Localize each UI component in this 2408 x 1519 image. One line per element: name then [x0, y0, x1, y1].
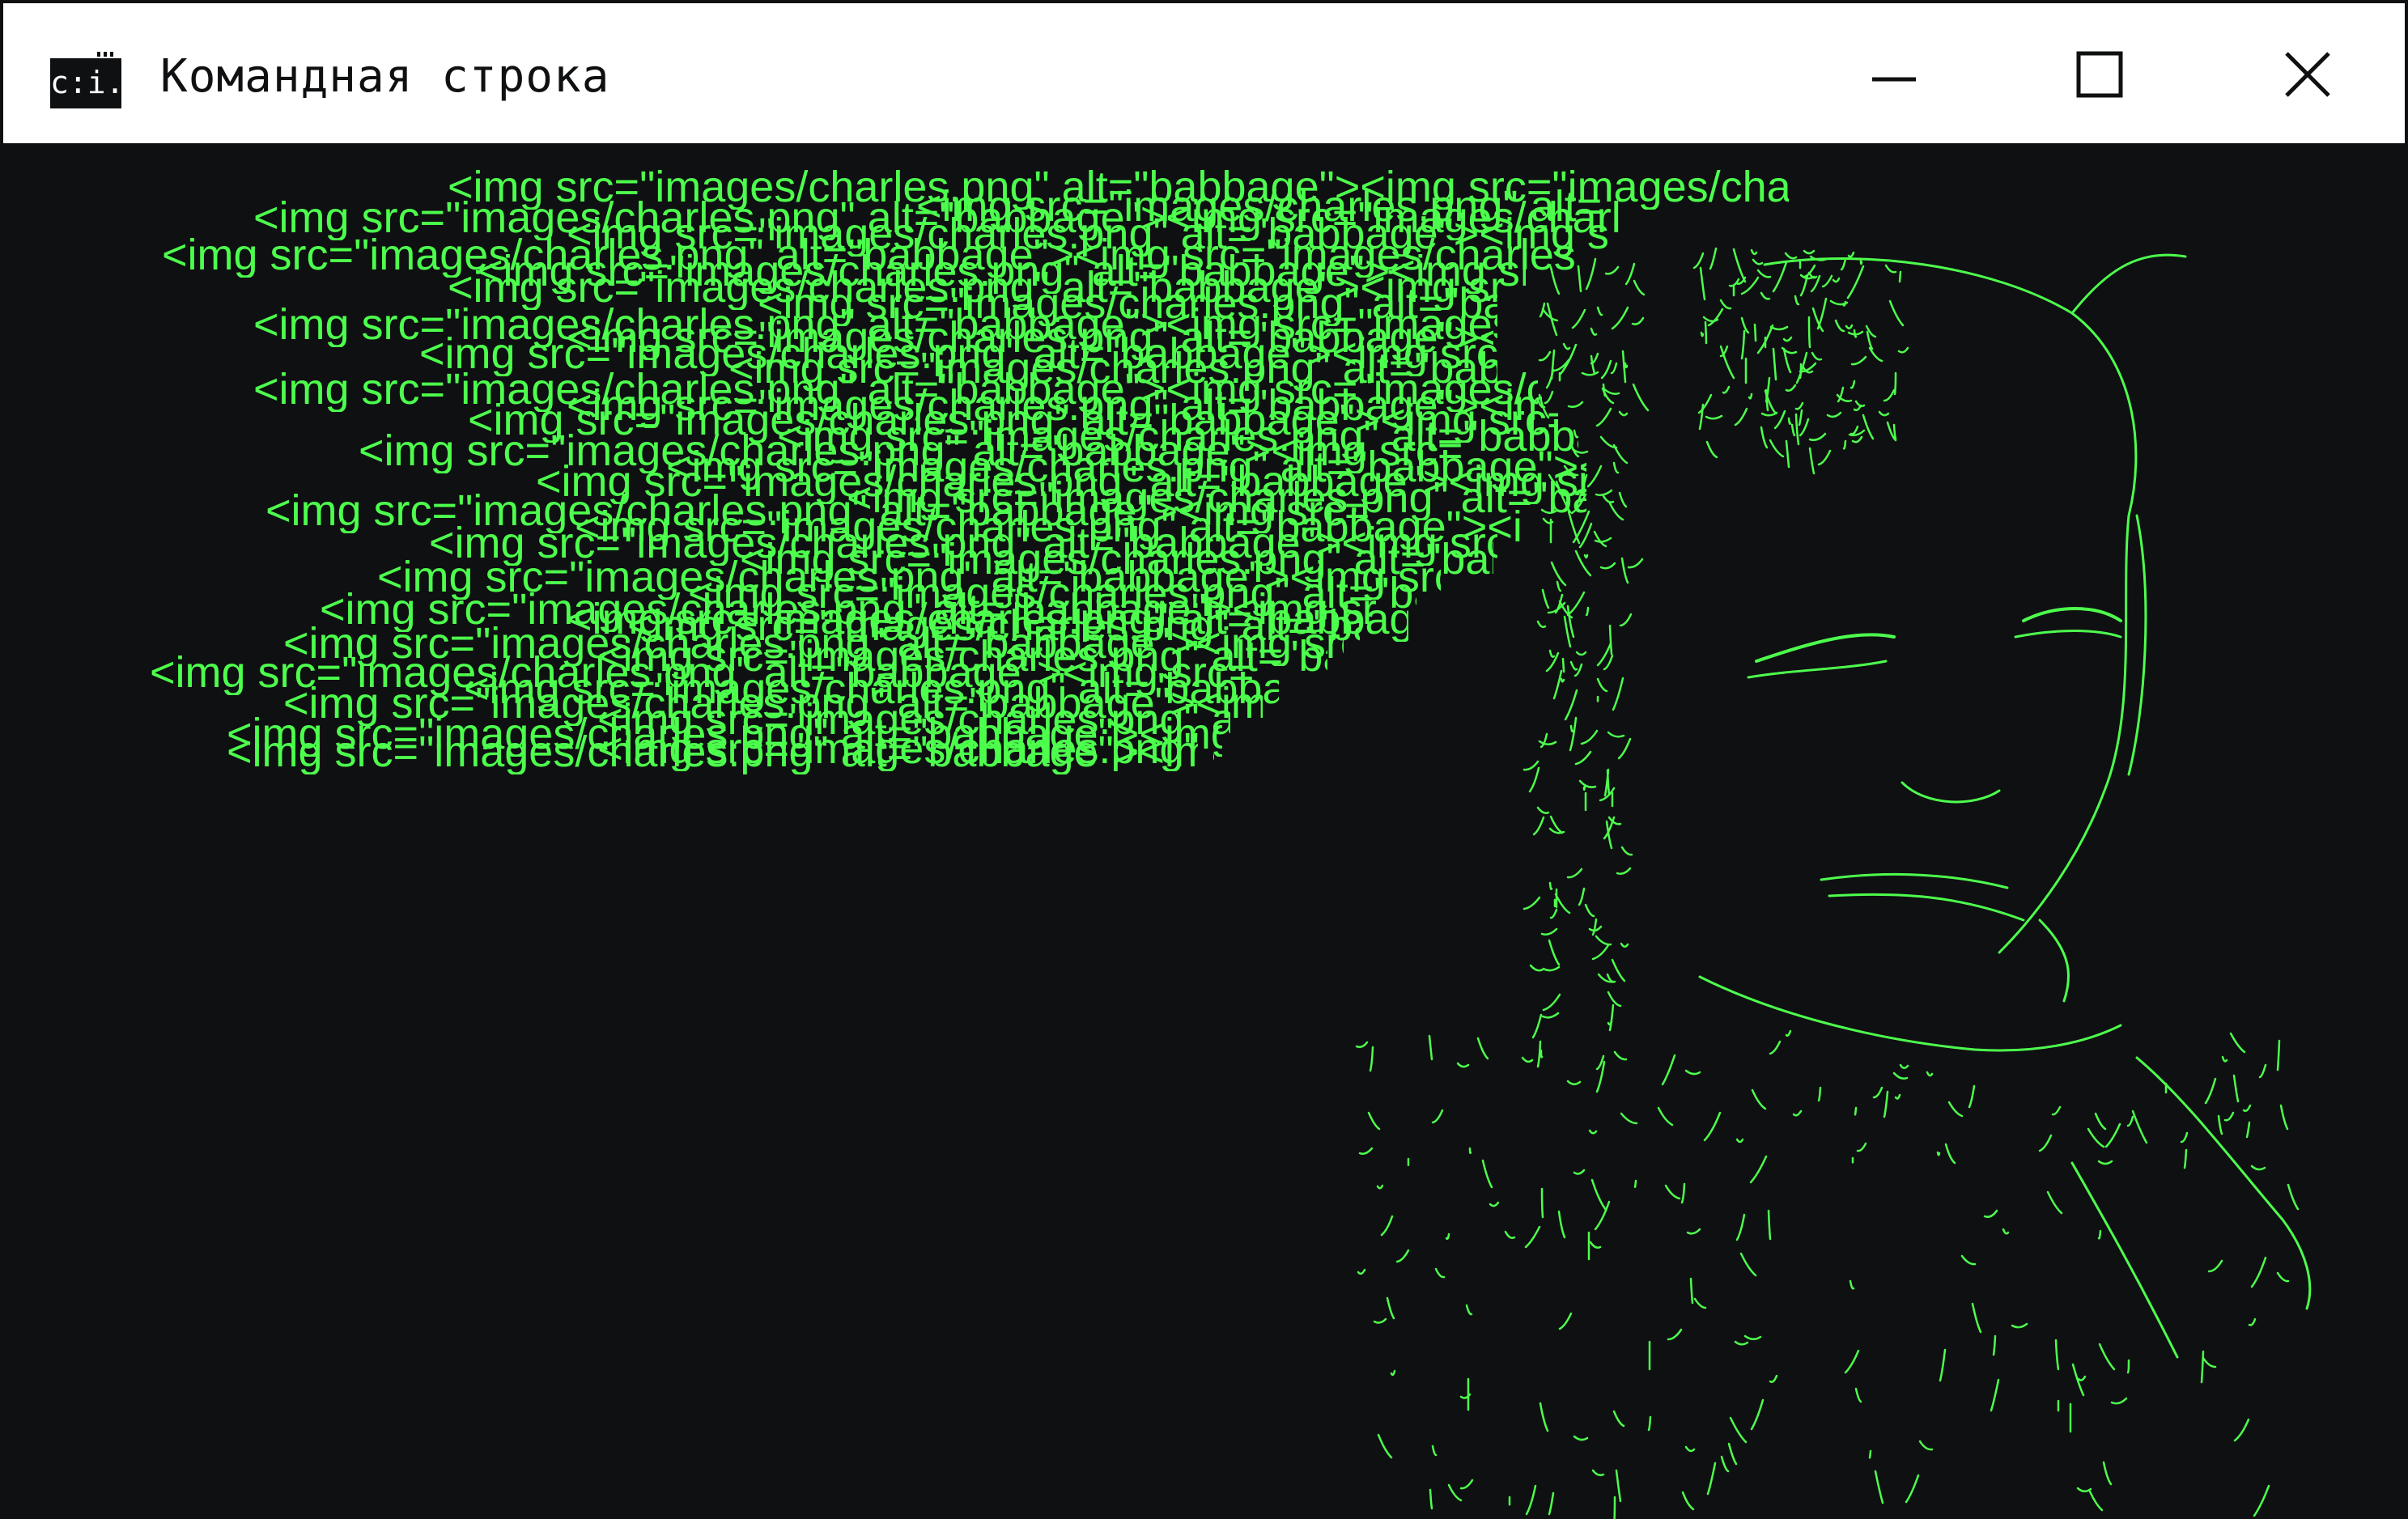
minimize-icon [1872, 77, 1916, 82]
maximize-icon [2076, 51, 2123, 98]
minimize-button[interactable] [1850, 36, 1939, 113]
console-line: <img src="images/charles.png" alt="babba… [567, 596, 1408, 642]
title-bar[interactable]: c:i. Командная строка [0, 0, 2408, 143]
close-icon [2285, 52, 2330, 97]
app-icon-glyph: c:i. [50, 65, 125, 100]
console-line: <img src="images/charles.png" alt="babba… [227, 729, 1198, 774]
command-prompt-window: c:i. Командная строка <img src="images/c… [0, 0, 2408, 1519]
command-prompt-icon: c:i. [50, 50, 125, 108]
close-button[interactable] [2264, 36, 2353, 113]
code-output-stream: <img src="images/charles.png" alt="babba… [0, 143, 2408, 1519]
maximize-button[interactable] [2056, 36, 2145, 113]
console-area[interactable]: <img src="images/charles.png" alt="babba… [0, 143, 2408, 1519]
window-title: Командная строка [160, 50, 610, 103]
